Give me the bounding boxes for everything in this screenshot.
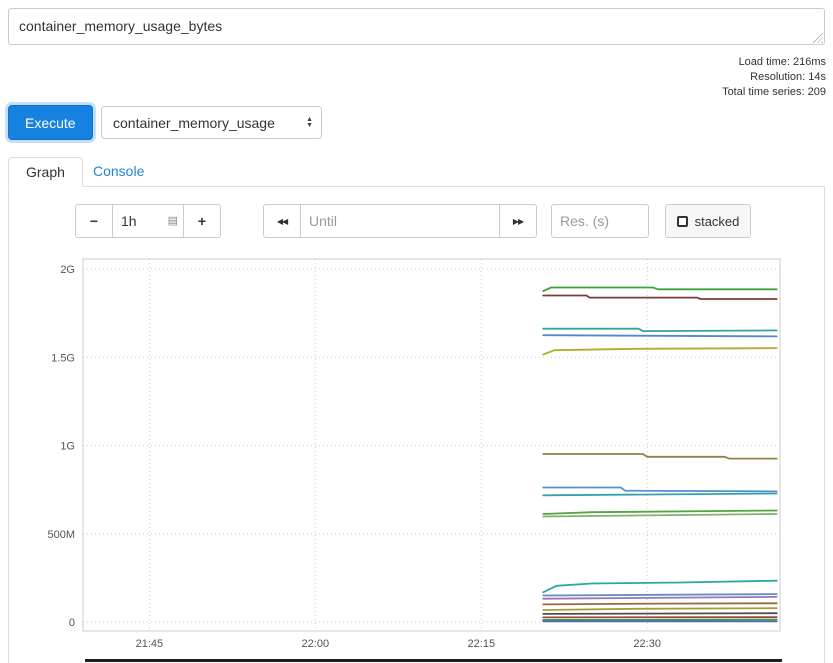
legend-divider xyxy=(85,659,782,662)
resolution-text: Resolution: 14s xyxy=(722,70,826,85)
tab-console[interactable]: Console xyxy=(93,163,144,179)
svg-text:22:30: 22:30 xyxy=(633,638,661,650)
decrease-range-button[interactable]: − xyxy=(75,204,113,238)
svg-text:22:00: 22:00 xyxy=(302,638,330,650)
svg-text:500M: 500M xyxy=(47,529,75,541)
execute-button[interactable]: Execute xyxy=(8,105,93,140)
select-stepper-icon: ▲ ▼ xyxy=(306,117,313,129)
prometheus-expression-browser: container_memory_usage_bytes Load time: … xyxy=(0,0,833,663)
load-time-text: Load time: 216ms xyxy=(722,55,826,70)
select-down-arrow-icon: ▼ xyxy=(306,123,313,129)
query-expression-input[interactable]: container_memory_usage_bytes xyxy=(8,8,825,45)
svg-text:2G: 2G xyxy=(60,264,75,276)
svg-text:0: 0 xyxy=(69,617,75,629)
duration-input[interactable] xyxy=(112,204,184,238)
increase-range-button[interactable]: + xyxy=(183,204,221,238)
metric-select-dropdown[interactable]: container_memory_usage ▲ ▼ xyxy=(101,106,322,139)
graph-controls: − ▤ + ◀◀ ▶▶ stacked xyxy=(75,204,751,238)
svg-text:21:45: 21:45 xyxy=(136,638,164,650)
time-control-group: ◀◀ ▶▶ xyxy=(263,204,537,238)
resolution-input[interactable] xyxy=(551,204,649,238)
duration-input-wrap: ▤ xyxy=(112,204,184,238)
stacked-label: stacked xyxy=(695,214,740,229)
query-stats: Load time: 216ms Resolution: 14s Total t… xyxy=(722,55,826,100)
metric-select-value: container_memory_usage xyxy=(113,115,302,131)
shift-time-forward-button[interactable]: ▶▶ xyxy=(499,204,537,238)
svg-text:22:15: 22:15 xyxy=(468,638,496,650)
svg-text:1G: 1G xyxy=(60,441,75,453)
range-control-group: − ▤ + xyxy=(75,204,221,238)
until-input[interactable] xyxy=(300,204,500,238)
total-series-text: Total time series: 209 xyxy=(722,85,826,100)
shift-time-back-button[interactable]: ◀◀ xyxy=(263,204,301,238)
tab-graph[interactable]: Graph xyxy=(8,157,83,187)
query-input-wrap: container_memory_usage_bytes xyxy=(8,8,825,45)
stacked-checkbox-icon xyxy=(677,216,688,227)
stacked-toggle-button[interactable]: stacked xyxy=(665,204,751,238)
svg-text:1.5G: 1.5G xyxy=(51,352,75,364)
graph-panel: − ▤ + ◀◀ ▶▶ stacked 0500M1G1.5G2 xyxy=(8,186,825,663)
memory-usage-line-chart[interactable]: 0 500M 1G 1.5G 2G 21:45 22:00 22:15 22:30 xyxy=(43,253,783,653)
